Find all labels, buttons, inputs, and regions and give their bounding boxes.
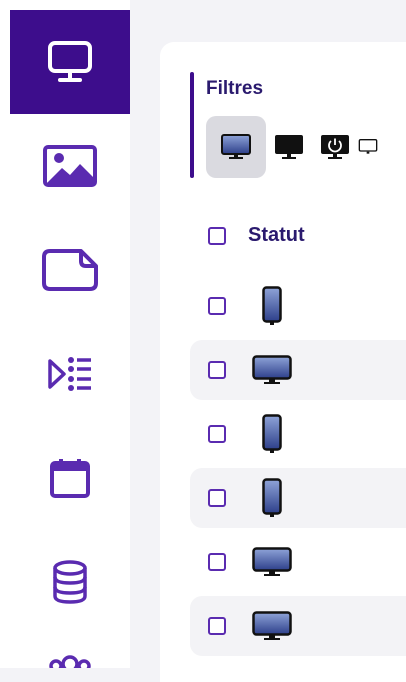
row-checkbox[interactable] — [208, 297, 226, 315]
monitor-landscape-icon — [252, 547, 292, 576]
device-status — [250, 355, 294, 385]
table-row[interactable] — [190, 468, 406, 528]
tablet-portrait-icon — [262, 286, 282, 325]
device-status — [250, 478, 294, 518]
main-panel: Filtres Statut — [160, 42, 406, 682]
calendar-icon — [50, 459, 90, 498]
filter-screen-off-button[interactable] — [266, 116, 312, 178]
row-checkbox[interactable] — [208, 361, 226, 379]
filter-power-button[interactable] — [312, 116, 358, 178]
filter-screen-on-button[interactable] — [206, 116, 266, 178]
sidebar-item-playlists[interactable] — [10, 322, 130, 426]
table-row[interactable] — [190, 596, 406, 656]
monitor-landscape-icon — [252, 355, 292, 384]
page-icon — [42, 249, 98, 291]
monitor-icon — [48, 41, 92, 82]
status-column-header[interactable]: Statut — [248, 224, 305, 247]
table-row[interactable] — [190, 276, 406, 336]
sidebar-item-data[interactable] — [10, 530, 130, 634]
monitor-landscape-icon — [252, 611, 292, 640]
table-row[interactable] — [190, 532, 406, 592]
sidebar-item-screens[interactable] — [10, 10, 130, 114]
filters-accent-bar — [190, 72, 194, 178]
row-checkbox[interactable] — [208, 489, 226, 507]
screen-outline-icon — [358, 139, 378, 154]
device-status — [250, 414, 294, 454]
tablet-portrait-icon — [262, 414, 282, 453]
sidebar-item-media[interactable] — [10, 114, 130, 218]
filters-title: Filtres — [206, 78, 264, 99]
filter-screen-outline-button[interactable] — [358, 116, 378, 178]
sidebar-item-users[interactable] — [10, 634, 130, 668]
playlist-icon — [48, 357, 91, 391]
table-header: Statut — [208, 224, 305, 247]
row-checkbox[interactable] — [208, 553, 226, 571]
screen-off-icon — [275, 135, 303, 159]
image-icon — [43, 145, 97, 187]
database-icon — [53, 560, 87, 604]
device-status — [250, 547, 294, 577]
filter-buttons — [206, 116, 406, 178]
device-status — [250, 286, 294, 326]
tablet-portrait-icon — [262, 478, 282, 517]
table-row[interactable] — [190, 404, 406, 464]
device-status — [250, 611, 294, 641]
sidebar-item-schedule[interactable] — [10, 426, 130, 530]
table-row[interactable] — [190, 340, 406, 400]
row-checkbox[interactable] — [208, 425, 226, 443]
sidebar-nav — [0, 0, 130, 668]
row-checkbox[interactable] — [208, 617, 226, 635]
power-icon — [321, 135, 349, 159]
screen-on-icon — [221, 134, 251, 159]
select-all-checkbox[interactable] — [208, 226, 226, 245]
sidebar-item-pages[interactable] — [10, 218, 130, 322]
users-icon — [49, 655, 91, 668]
